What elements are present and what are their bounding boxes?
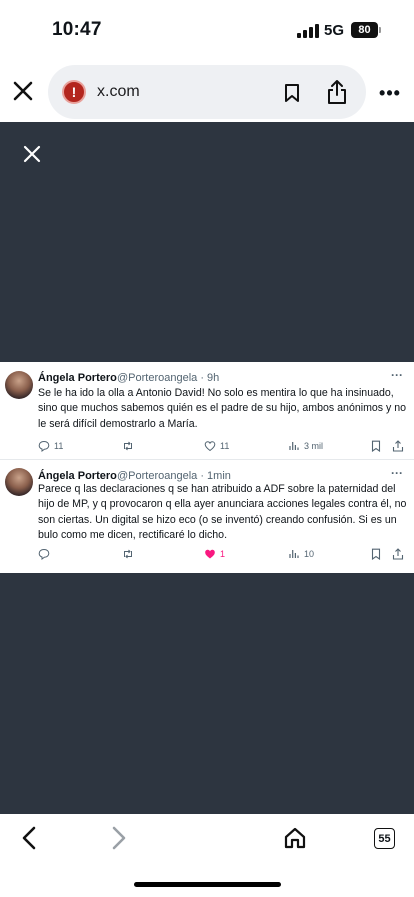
status-bar: 10:47 5G 80	[0, 0, 414, 62]
retweet-icon	[124, 441, 132, 451]
share-button[interactable]	[392, 546, 404, 562]
reply-button[interactable]	[38, 546, 54, 562]
like-count: 11	[220, 441, 230, 451]
heart-filled-icon	[205, 549, 215, 559]
bookmark-button[interactable]	[370, 546, 382, 562]
bookmark-icon[interactable]	[284, 83, 300, 103]
views-button[interactable]: 10	[288, 546, 314, 562]
share-icon	[392, 440, 404, 452]
tweet-author[interactable]: Ángela Portero	[38, 372, 117, 384]
like-button[interactable]: 1	[204, 546, 225, 562]
back-icon[interactable]	[20, 826, 38, 850]
more-icon[interactable]: ···	[391, 368, 403, 382]
retweet-icon	[124, 549, 132, 559]
more-icon[interactable]: ···	[391, 466, 403, 480]
close-icon[interactable]	[22, 144, 42, 164]
views-button[interactable]: 3 mil	[288, 438, 323, 454]
reply-count: 11	[54, 441, 64, 451]
like-button[interactable]: 11	[204, 438, 229, 454]
alert-icon[interactable]: !	[62, 80, 86, 104]
bookmark-icon	[371, 548, 381, 560]
tweet-handle-time[interactable]: @Porteroangela · 9h	[117, 372, 219, 384]
network-type: 5G	[324, 22, 345, 39]
battery-icon: 80	[351, 22, 378, 38]
home-indicator	[134, 882, 281, 887]
retweet-button[interactable]	[122, 438, 138, 454]
reply-icon	[38, 440, 50, 452]
address-bar[interactable]: ! x.com	[48, 65, 366, 119]
forward-icon[interactable]	[110, 826, 128, 850]
reply-button[interactable]: 11	[38, 438, 63, 454]
tweet-handle-time[interactable]: @Porteroangela · 1min	[117, 470, 231, 482]
media-overlay	[0, 122, 414, 362]
close-icon[interactable]	[10, 78, 36, 104]
heart-icon	[204, 441, 216, 452]
bookmark-icon	[371, 440, 381, 452]
avatar[interactable]	[5, 371, 33, 399]
status-time: 10:47	[52, 19, 102, 40]
tweet-text: Se le ha ido la olla a Antonio David! No…	[38, 387, 407, 430]
bottom-toolbar: 55	[0, 814, 414, 897]
share-icon[interactable]	[326, 79, 348, 105]
browser-toolbar: ! x.com •••	[0, 62, 414, 122]
battery-tip	[379, 27, 381, 33]
avatar[interactable]	[5, 468, 33, 496]
tweet-actions: 11 11 3 mil	[38, 438, 408, 454]
retweet-button[interactable]	[122, 546, 138, 562]
tweet-text: Parece q las declaraciones q se han atri…	[38, 483, 407, 542]
bookmark-button[interactable]	[370, 438, 382, 454]
like-count: 1	[220, 549, 226, 559]
tabs-icon[interactable]: 55	[374, 828, 395, 849]
share-button[interactable]	[392, 438, 404, 454]
url-text[interactable]: x.com	[97, 83, 140, 101]
more-icon[interactable]: •••	[378, 83, 402, 103]
share-icon	[392, 548, 404, 560]
view-count: 3 mil	[304, 441, 324, 451]
tweet-list: Ángela Portero @Porteroangela · 9h ··· S…	[0, 362, 414, 573]
view-count: 10	[304, 549, 315, 559]
tweet[interactable]: Ángela Portero @Porteroangela · 1min ···…	[0, 460, 414, 573]
tweet[interactable]: Ángela Portero @Porteroangela · 9h ··· S…	[0, 362, 414, 460]
signal-icon	[297, 24, 319, 38]
reply-icon	[38, 548, 50, 560]
media-overlay-bottom	[0, 573, 414, 814]
analytics-icon	[289, 550, 299, 558]
tweet-actions: 1 10	[38, 546, 408, 562]
tweet-author[interactable]: Ángela Portero	[38, 470, 117, 482]
analytics-icon	[289, 442, 299, 450]
home-icon[interactable]	[284, 826, 306, 850]
